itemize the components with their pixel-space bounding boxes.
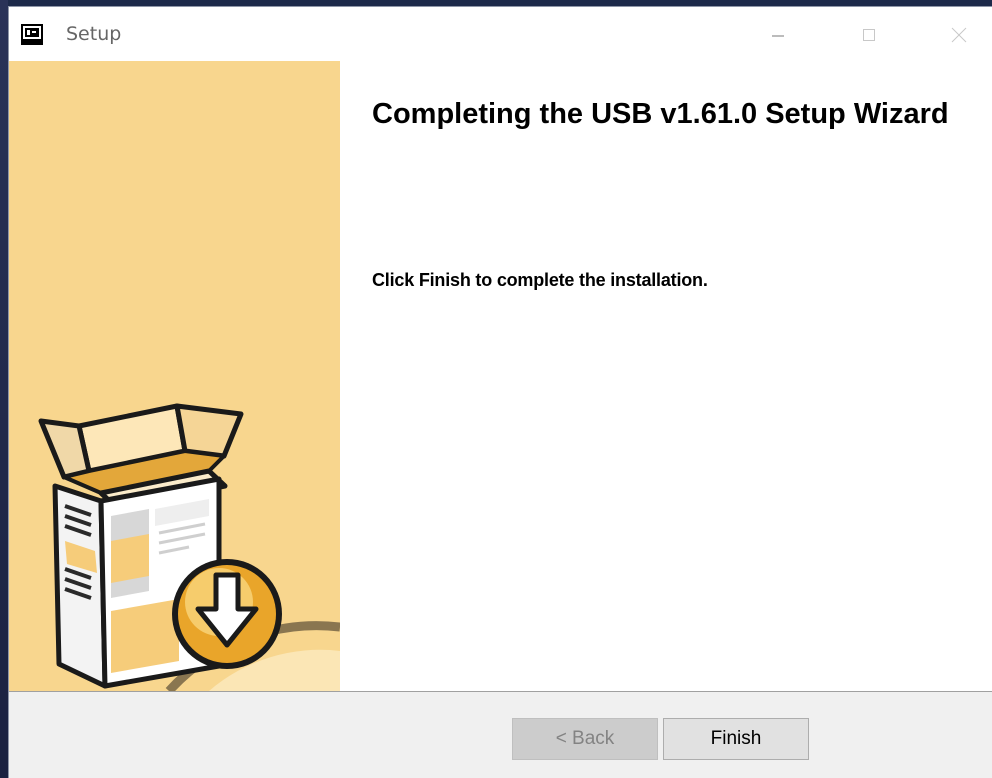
setup-app-icon	[21, 24, 43, 45]
maximize-button[interactable]	[846, 7, 892, 61]
wizard-side-panel	[9, 61, 340, 691]
title-bar[interactable]: Setup	[9, 7, 992, 61]
back-button[interactable]: < Back	[512, 718, 658, 760]
window-title: Setup	[66, 23, 122, 45]
close-button[interactable]	[937, 7, 983, 61]
wizard-instructions: Click Finish to complete the installatio…	[372, 270, 708, 290]
maximize-icon	[863, 29, 875, 41]
wizard-content: Completing the USB v1.61.0 Setup Wizard …	[340, 61, 992, 691]
wizard-heading: Completing the USB v1.61.0 Setup Wizard	[372, 98, 949, 130]
setup-window: Setup Completing the USB v1.61.0 Setup W…	[8, 6, 992, 778]
minimize-button[interactable]	[755, 7, 801, 61]
installer-box-icon	[38, 403, 340, 691]
close-icon	[951, 27, 967, 43]
desktop-background	[0, 0, 8, 778]
wizard-footer: < Back Finish	[9, 692, 992, 778]
finish-button[interactable]: Finish	[663, 718, 809, 760]
minimize-icon	[772, 35, 784, 37]
